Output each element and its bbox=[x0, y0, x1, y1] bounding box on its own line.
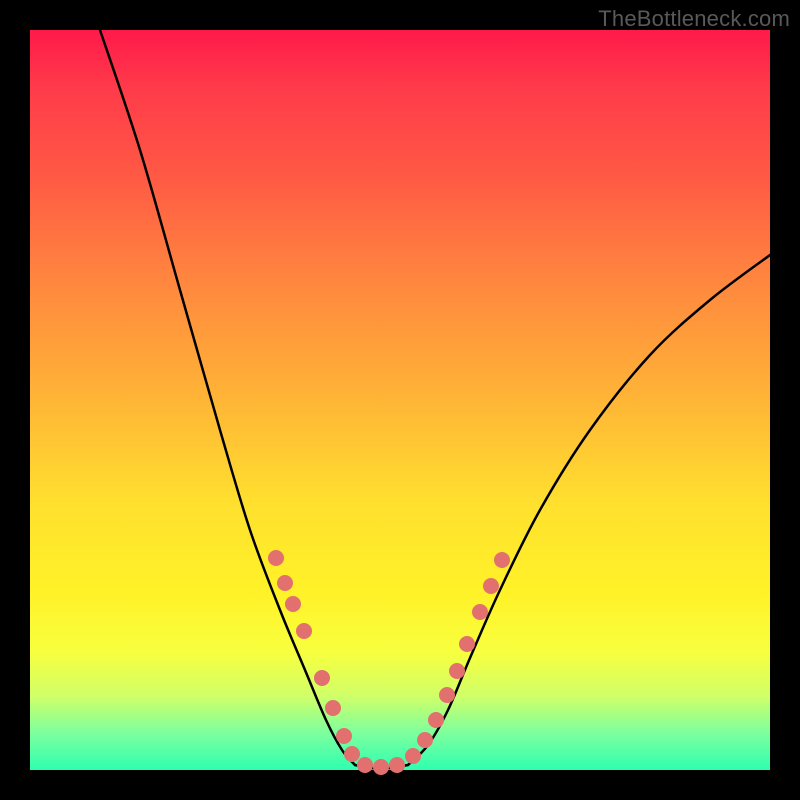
data-point bbox=[277, 575, 293, 591]
curve-right-branch bbox=[408, 255, 770, 765]
chart-svg bbox=[30, 30, 770, 770]
scatter-dots-floor bbox=[357, 757, 405, 775]
chart-plot-area bbox=[30, 30, 770, 770]
data-point bbox=[357, 757, 373, 773]
data-point bbox=[389, 757, 405, 773]
data-point bbox=[336, 728, 352, 744]
data-point bbox=[428, 712, 444, 728]
data-point bbox=[459, 636, 475, 652]
data-point bbox=[472, 604, 488, 620]
data-point bbox=[417, 732, 433, 748]
data-point bbox=[439, 687, 455, 703]
data-point bbox=[314, 670, 330, 686]
data-point bbox=[483, 578, 499, 594]
data-point bbox=[449, 663, 465, 679]
scatter-dots-left bbox=[268, 550, 360, 762]
scatter-dots-right bbox=[405, 552, 510, 764]
data-point bbox=[285, 596, 301, 612]
data-point bbox=[296, 623, 312, 639]
data-point bbox=[494, 552, 510, 568]
attribution-label: TheBottleneck.com bbox=[598, 6, 790, 32]
data-point bbox=[268, 550, 284, 566]
data-point bbox=[344, 746, 360, 762]
data-point bbox=[405, 748, 421, 764]
data-point bbox=[325, 700, 341, 716]
curve-left-branch bbox=[100, 30, 355, 765]
data-point bbox=[373, 759, 389, 775]
